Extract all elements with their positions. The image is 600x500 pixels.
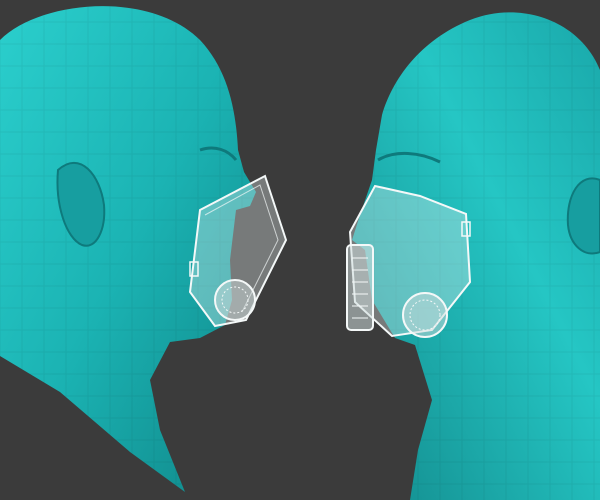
render-viewport	[0, 0, 600, 500]
left-filter	[214, 279, 256, 321]
